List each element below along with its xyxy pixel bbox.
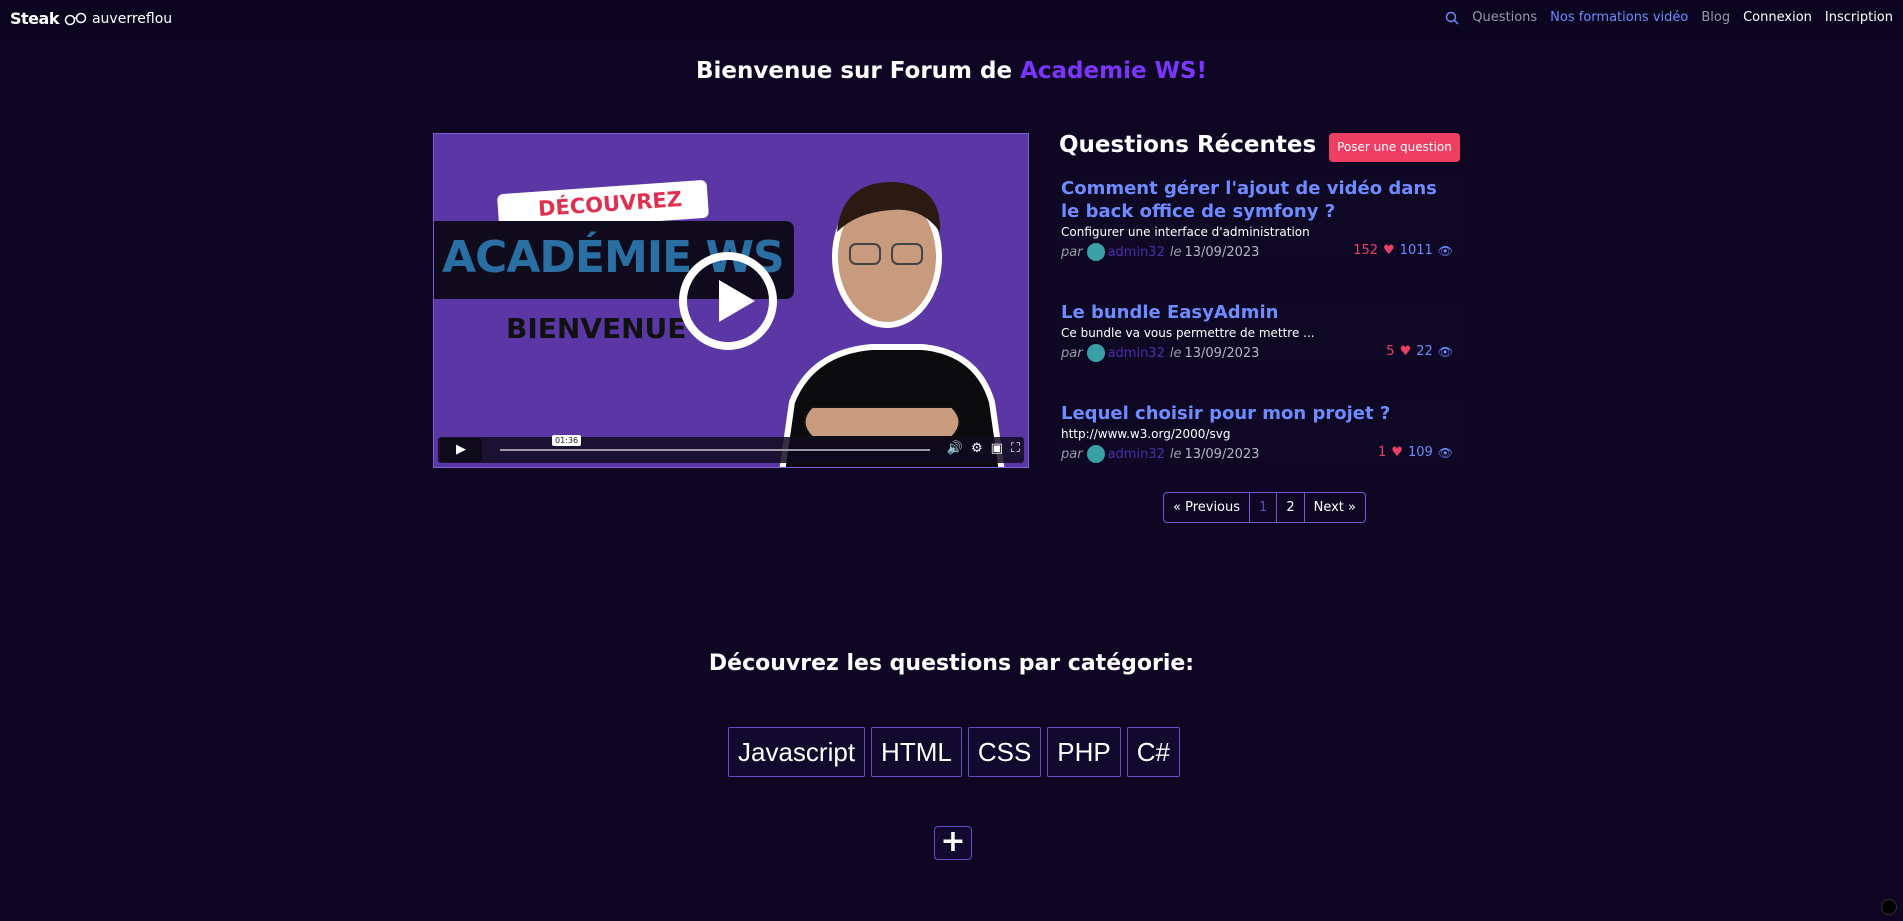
logo-text: auverreflou	[91, 10, 173, 27]
nav-register[interactable]: Inscription	[1825, 10, 1893, 25]
question-date: 13/09/2023	[1184, 244, 1260, 260]
by-label: par	[1061, 446, 1083, 462]
logo-brand: Steak	[10, 9, 59, 28]
page-title: Bienvenue sur Forum de Academie WS!	[0, 58, 1903, 84]
nav-links: Questions Nos formations vidéo Blog Conn…	[1445, 10, 1893, 25]
play-icon[interactable]: ▶	[440, 438, 482, 462]
likes-count: 1	[1378, 445, 1387, 460]
question-stats: 1 ♥ 109 👁	[1378, 445, 1453, 460]
author-link[interactable]: admin32	[1108, 245, 1165, 260]
nav-questions[interactable]: Questions	[1472, 10, 1537, 25]
heart-icon: ♥	[1399, 344, 1412, 359]
question-card[interactable]: Comment gérer l'ajout de vidéo dans le b…	[1055, 177, 1465, 261]
question-meta: par admin32 le 13/09/2023 5 ♥ 22 👁	[1061, 344, 1459, 362]
category-php[interactable]: PHP	[1047, 727, 1121, 777]
avatar	[1086, 445, 1105, 463]
question-date: 13/09/2023	[1184, 446, 1260, 462]
volume-icon[interactable]: 🔊	[947, 441, 963, 456]
nav-blog[interactable]: Blog	[1701, 10, 1730, 25]
date-label: le	[1169, 345, 1182, 361]
pip-icon[interactable]: ▣	[991, 441, 1003, 456]
question-date: 13/09/2023	[1184, 345, 1260, 361]
video-play-overlay[interactable]	[679, 252, 777, 350]
video-controls: ▶ 01:36 🔊 ⚙ ▣ ⛶	[438, 435, 1024, 463]
question-card[interactable]: Lequel choisir pour mon projet ? http://…	[1055, 402, 1465, 463]
views-count: 1011	[1399, 243, 1433, 258]
views-count: 109	[1407, 445, 1433, 460]
settings-icon[interactable]: ⚙	[971, 441, 983, 456]
nav-login[interactable]: Connexion	[1743, 10, 1812, 25]
pagination-next[interactable]: Next »	[1303, 493, 1365, 522]
pagination: « Previous 1 2 Next »	[1163, 492, 1366, 523]
avatar	[1086, 243, 1105, 261]
heart-icon: ♥	[1391, 445, 1403, 460]
categories-heading: Découvrez les questions par catégorie:	[708, 651, 1195, 676]
pagination-previous[interactable]: « Previous	[1164, 493, 1249, 522]
likes-count: 152	[1353, 243, 1379, 258]
pagination-page-1[interactable]: 1	[1249, 493, 1276, 522]
video-control-icons: 🔊 ⚙ ▣ ⛶	[947, 441, 1020, 456]
question-title[interactable]: Comment gérer l'ajout de vidéo dans le b…	[1061, 177, 1459, 223]
likes-count: 5	[1386, 344, 1395, 359]
site-logo[interactable]: Steak auverreflou	[10, 9, 172, 28]
page-title-accent: Academie WS!	[1020, 58, 1207, 84]
nav-video-courses[interactable]: Nos formations vidéo	[1550, 10, 1688, 25]
question-title[interactable]: Lequel choisir pour mon projet ?	[1061, 402, 1459, 425]
fullscreen-icon[interactable]: ⛶	[1011, 441, 1020, 456]
pagination-page-2[interactable]: 2	[1276, 493, 1303, 522]
video-time: 01:36	[552, 435, 582, 446]
video-progress-bar[interactable]: 01:36	[500, 435, 930, 451]
question-stats: 152 ♥ 1011 👁	[1353, 243, 1453, 258]
corner-widget-icon[interactable]	[1881, 899, 1897, 915]
eye-icon: 👁	[1437, 344, 1453, 359]
by-label: par	[1061, 345, 1083, 361]
ask-question-button[interactable]: Poser une question	[1329, 133, 1460, 162]
question-card[interactable]: Le bundle EasyAdmin Ce bundle va vous pe…	[1055, 301, 1465, 362]
question-title[interactable]: Le bundle EasyAdmin	[1061, 301, 1459, 324]
category-list: Javascript HTML CSS PHP C#	[728, 727, 1181, 777]
top-navbar: Steak auverreflou Questions Nos formatio…	[0, 0, 1903, 40]
recent-questions-heading: Questions Récentes	[1059, 132, 1317, 158]
views-count: 22	[1416, 344, 1433, 359]
category-csharp[interactable]: C#	[1126, 727, 1181, 777]
author-link[interactable]: admin32	[1108, 346, 1165, 361]
search-icon[interactable]	[1445, 11, 1459, 25]
by-label: par	[1061, 244, 1083, 260]
category-javascript[interactable]: Javascript	[728, 727, 866, 777]
presenter-image	[779, 182, 1005, 467]
eye-icon: 👁	[1437, 243, 1453, 258]
more-categories-button[interactable]: +	[934, 826, 972, 860]
category-css[interactable]: CSS	[967, 727, 1042, 777]
question-summary: http://www.w3.org/2000/svg	[1061, 427, 1231, 441]
glasses-icon	[64, 12, 87, 25]
avatar	[1086, 344, 1105, 362]
category-html[interactable]: HTML	[871, 727, 962, 777]
question-meta: par admin32 le 13/09/2023 1 ♥ 109 👁	[1061, 445, 1459, 463]
video-player[interactable]: DÉCOUVREZ ACADÉMIE WS BIENVENUE ▶ 01:36 …	[433, 133, 1029, 468]
date-label: le	[1169, 446, 1182, 462]
eye-icon: 👁	[1437, 445, 1453, 460]
page-title-prefix: Bienvenue sur Forum de	[696, 58, 1021, 84]
question-summary: Ce bundle va vous permettre de mettre ..…	[1061, 326, 1315, 340]
author-link[interactable]: admin32	[1108, 447, 1165, 462]
question-summary: Configurer une interface d'administratio…	[1061, 225, 1310, 239]
date-label: le	[1169, 244, 1182, 260]
video-welcome-text: BIENVENUE	[506, 312, 687, 345]
question-meta: par admin32 le 13/09/2023 152 ♥ 1011 👁	[1061, 243, 1459, 261]
question-stats: 5 ♥ 22 👁	[1386, 344, 1453, 359]
heart-icon: ♥	[1383, 243, 1395, 258]
